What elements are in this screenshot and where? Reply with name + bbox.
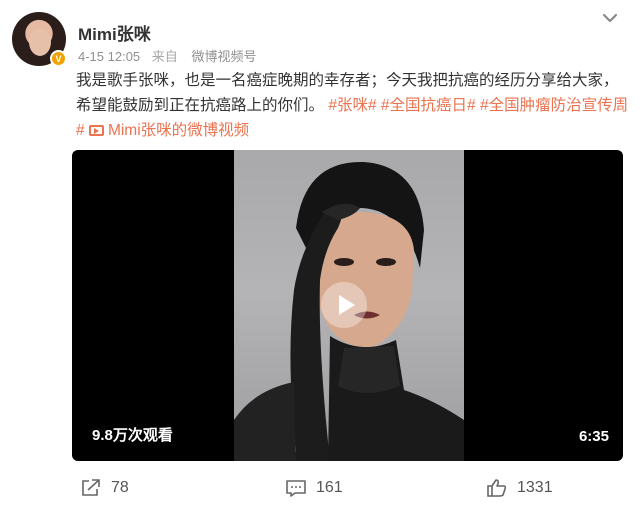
- verified-badge-icon: V: [50, 50, 67, 67]
- comment-button[interactable]: 161: [285, 474, 343, 502]
- chevron-down-icon[interactable]: [598, 6, 622, 30]
- thumbs-up-icon: [487, 479, 507, 497]
- weibo-post: V Mimi张咪 4-15 12:05 来自 微博视频号 我是歌手张咪，也是一名…: [0, 0, 640, 509]
- share-count: 78: [111, 479, 129, 496]
- share-icon: [82, 479, 100, 496]
- video-duration: 6:35: [578, 428, 609, 445]
- video-link-label: Mimi张咪的微博视频: [107, 122, 250, 139]
- like-button[interactable]: 1331: [486, 474, 553, 502]
- post-source[interactable]: 微博视频号: [191, 49, 256, 64]
- post-time[interactable]: 4-15 12:05: [78, 49, 140, 64]
- avatar-face: [29, 28, 51, 56]
- share-button[interactable]: 78: [80, 474, 129, 502]
- comment-icon: [286, 480, 306, 497]
- source-prefix: 来自: [151, 49, 178, 64]
- action-bar: 78 161 1331: [0, 474, 640, 504]
- video-player[interactable]: 9.8万次观看 6:35: [72, 150, 623, 461]
- video-link-icon: [88, 125, 104, 136]
- post-content: 我是歌手张咪，也是一名癌症晚期的幸存者；今天我把抗癌的经历分享给大家，希望能鼓励…: [76, 68, 631, 143]
- video-link[interactable]: Mimi张咪的微博视频: [88, 122, 250, 139]
- post-meta: 4-15 12:05 来自 微博视频号: [78, 46, 256, 65]
- hashtag-zhangmi[interactable]: #张咪#: [328, 97, 376, 114]
- view-count: 9.8万次观看: [92, 427, 173, 444]
- like-count: 1331: [517, 479, 553, 496]
- username[interactable]: Mimi张咪: [78, 20, 151, 45]
- comment-count: 161: [316, 479, 343, 496]
- play-icon[interactable]: [321, 282, 367, 328]
- hashtag-anti-cancer-day[interactable]: #全国抗癌日#: [381, 97, 476, 114]
